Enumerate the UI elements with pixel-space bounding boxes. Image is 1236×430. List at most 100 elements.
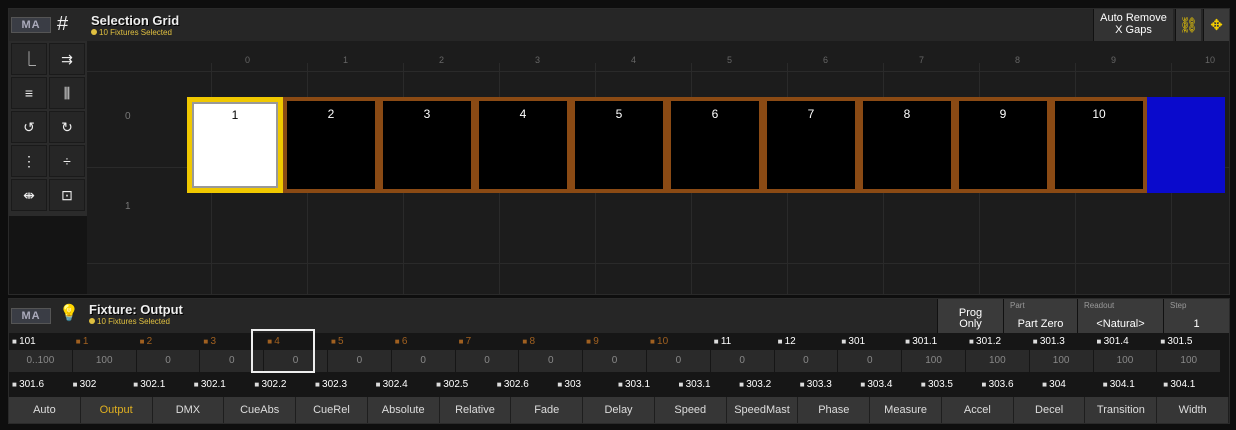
fixture-id[interactable]: 304 xyxy=(1039,379,1100,393)
grid-cell[interactable]: 6 xyxy=(667,97,763,193)
ma-logo[interactable]: MA xyxy=(11,308,51,324)
fixture-id[interactable]: 303.5 xyxy=(918,379,979,393)
fixture-id[interactable]: 302.3 xyxy=(312,379,373,393)
fixture-id[interactable]: 302.2 xyxy=(251,379,312,393)
part-button[interactable]: Part Part Zero xyxy=(1003,299,1077,333)
mirror-vertical-icon[interactable]: ÷ xyxy=(49,145,85,177)
tab-phase[interactable]: Phase xyxy=(798,397,871,423)
fixture-id[interactable]: 301.3 xyxy=(1030,336,1094,350)
grid-cell[interactable]: 5 xyxy=(571,97,667,193)
output-value[interactable]: 100 xyxy=(965,350,1029,372)
tab-output[interactable]: Output xyxy=(80,397,153,423)
fixture-id[interactable]: 303.2 xyxy=(736,379,797,393)
selection-grid-area[interactable]: 0 1 2 3 4 5 6 7 8 9 10 0 1 1 2 3 4 5 6 7 xyxy=(87,41,1229,294)
output-value[interactable]: 0 xyxy=(710,350,774,372)
tab-dmx[interactable]: DMX xyxy=(152,397,225,423)
fixture-id[interactable]: 302 xyxy=(70,379,131,393)
grid-cell[interactable]: 9 xyxy=(955,97,1051,193)
fixture-id[interactable]: 10 xyxy=(647,336,711,350)
fixture-id[interactable]: 6 xyxy=(392,336,456,350)
fixture-id[interactable]: 303.1 xyxy=(615,379,676,393)
tab-accel[interactable]: Accel xyxy=(941,397,1014,423)
output-value[interactable]: 100 xyxy=(1157,350,1221,372)
output-value[interactable]: 0 xyxy=(646,350,710,372)
fit-icon[interactable]: ⊡ xyxy=(49,179,85,211)
grid-cell[interactable]: 8 xyxy=(859,97,955,193)
fixture-id[interactable]: 7 xyxy=(456,336,520,350)
fixture-id[interactable]: 8 xyxy=(519,336,583,350)
grid-cell[interactable]: 4 xyxy=(475,97,571,193)
fixture-sheet-icon[interactable]: ⛓ xyxy=(1175,9,1201,41)
tab-absolute[interactable]: Absolute xyxy=(367,397,440,423)
fid-arrow-icon[interactable]: ⇉ xyxy=(49,43,85,75)
fixture-id[interactable]: 302.4 xyxy=(373,379,434,393)
fixture-id[interactable]: 302.6 xyxy=(494,379,555,393)
fixture-id[interactable]: 301.2 xyxy=(966,336,1030,350)
fixture-id[interactable]: 302.1 xyxy=(130,379,191,393)
output-value[interactable]: 0 xyxy=(327,350,391,372)
output-value[interactable]: 0 xyxy=(391,350,455,372)
fixture-id[interactable]: 304.1 xyxy=(1100,379,1161,393)
fixture-id[interactable]: 301.4 xyxy=(1094,336,1158,350)
tab-measure[interactable]: Measure xyxy=(870,397,942,423)
fixture-id[interactable]: 1 xyxy=(73,336,137,350)
compress-icon[interactable]: ⇼ xyxy=(11,179,47,211)
output-value[interactable]: 0 xyxy=(774,350,838,372)
tab-fade[interactable]: Fade xyxy=(511,397,584,423)
tab-cueabs[interactable]: CueAbs xyxy=(224,397,297,423)
output-value[interactable]: 100 xyxy=(902,350,965,372)
fixture-id[interactable]: 303.6 xyxy=(979,379,1040,393)
fixture-id[interactable]: 301.1 xyxy=(902,336,966,350)
grid-cell[interactable]: 10 xyxy=(1051,97,1147,193)
readout-button[interactable]: Readout <Natural> xyxy=(1077,299,1163,333)
output-value[interactable]: 0 xyxy=(455,350,519,372)
ma-logo[interactable]: MA xyxy=(11,17,51,33)
fixture-id[interactable]: 303.4 xyxy=(857,379,918,393)
tab-relative[interactable]: Relative xyxy=(439,397,512,423)
auto-remove-x-gaps-button[interactable]: Auto Remove X Gaps xyxy=(1093,9,1173,41)
tab-speed[interactable]: Speed xyxy=(654,397,727,423)
fixture-id[interactable]: 302.1 xyxy=(191,379,252,393)
move-arrows-icon[interactable]: ✥ xyxy=(1203,9,1229,41)
step-button[interactable]: Step 1 xyxy=(1163,299,1229,333)
tab-speedmast[interactable]: SpeedMast xyxy=(726,397,799,423)
prog-only-button[interactable]: Prog Only xyxy=(937,299,1003,333)
fixture-id[interactable]: 304.1 xyxy=(1160,379,1221,393)
output-value[interactable]: 100 xyxy=(72,350,136,372)
output-value[interactable]: 0 xyxy=(583,350,646,372)
fixture-id[interactable]: 301.5 xyxy=(1157,336,1221,350)
fixture-id[interactable]: 303.3 xyxy=(797,379,858,393)
grid-cell[interactable]: 7 xyxy=(763,97,859,193)
tab-width[interactable]: Width xyxy=(1157,397,1230,423)
grid-cell-selected[interactable]: 1 xyxy=(187,97,283,193)
output-value[interactable]: 0 xyxy=(838,350,902,372)
fixture-id[interactable]: 9 xyxy=(583,336,647,350)
output-value[interactable]: 0..100 xyxy=(9,350,72,372)
fixture-id[interactable]: 301 xyxy=(838,336,902,350)
fixture-id[interactable]: 101 xyxy=(9,336,73,350)
fixture-id[interactable]: 12 xyxy=(775,336,839,350)
rotate-left-icon[interactable]: ↺ xyxy=(11,111,47,143)
tab-delay[interactable]: Delay xyxy=(583,397,655,423)
fixture-id[interactable]: 5 xyxy=(328,336,392,350)
grid-cell[interactable]: 3 xyxy=(379,97,475,193)
grid-cell[interactable]: 2 xyxy=(283,97,379,193)
tab-transition[interactable]: Transition xyxy=(1085,397,1158,423)
fixture-id[interactable]: 303 xyxy=(554,379,615,393)
output-value[interactable]: 100 xyxy=(1029,350,1093,372)
fixture-id[interactable]: 302.5 xyxy=(433,379,494,393)
output-value[interactable]: 0 xyxy=(136,350,200,372)
align-corner-icon[interactable]: ⎿ xyxy=(11,43,47,75)
rotate-right-icon[interactable]: ↻ xyxy=(49,111,85,143)
fixture-id[interactable]: 303.1 xyxy=(676,379,737,393)
rows-icon[interactable]: ≡ xyxy=(11,77,47,109)
tab-cuerel[interactable]: CueRel xyxy=(296,397,368,423)
fixture-id[interactable]: 2 xyxy=(137,336,201,350)
tab-auto[interactable]: Auto xyxy=(9,397,81,423)
fixture-id[interactable]: 301.6 xyxy=(9,379,70,393)
mirror-horizontal-icon[interactable]: ⋮ xyxy=(11,145,47,177)
output-value[interactable]: 0 xyxy=(519,350,583,372)
tab-decel[interactable]: Decel xyxy=(1013,397,1086,423)
fixture-id[interactable]: 11 xyxy=(711,336,775,350)
columns-icon[interactable]: ⫼ xyxy=(49,77,85,109)
